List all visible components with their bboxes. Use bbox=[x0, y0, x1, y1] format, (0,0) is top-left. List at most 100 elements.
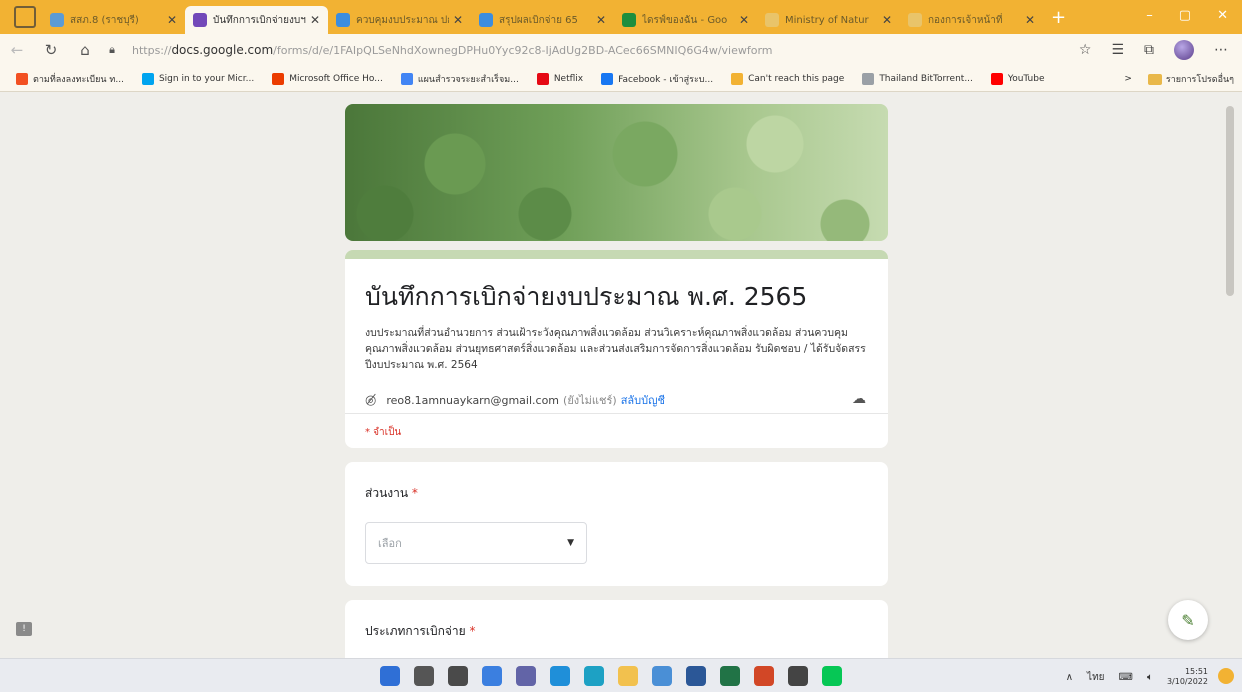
widgets-icon[interactable] bbox=[448, 666, 468, 686]
new-tab-button[interactable]: + bbox=[1051, 7, 1066, 28]
section-dropdown[interactable]: เลือก ▼ bbox=[365, 522, 587, 564]
excel-icon[interactable] bbox=[720, 666, 740, 686]
bookmark-favicon-icon bbox=[272, 72, 285, 85]
maximize-icon[interactable]: ▢ bbox=[1179, 8, 1191, 23]
other-favorites-folder[interactable]: รายการโปรดอื่นๆ bbox=[1147, 72, 1234, 86]
form-title: บันทึกการเบิกจ่ายงบประมาณ พ.ศ. 2565 bbox=[365, 282, 808, 311]
window-controls: – ▢ ✕ bbox=[1146, 8, 1228, 23]
address-bar-row: ← ↻ ⌂ 🔒︎ https://docs.google.com/forms/d… bbox=[0, 34, 1242, 66]
bookmark-item[interactable]: Can't reach this page bbox=[731, 72, 844, 85]
cloud-save-icon: ☁ bbox=[852, 391, 866, 407]
bookmark-item[interactable]: YouTube bbox=[990, 72, 1045, 85]
files-icon[interactable] bbox=[652, 666, 672, 686]
clock[interactable]: 15:51 3/10/2022 bbox=[1167, 667, 1208, 687]
windows-icon[interactable] bbox=[380, 666, 400, 686]
volume-icon[interactable]: 🔈︎ bbox=[1147, 672, 1153, 683]
close-tab-icon[interactable]: ✕ bbox=[596, 13, 606, 27]
feedback-icon[interactable]: ! bbox=[16, 622, 32, 636]
tab-favicon-icon bbox=[50, 13, 64, 27]
system-tray: ∧ ไทย ⌨ 🔈︎ 15:51 3/10/2022 bbox=[1066, 667, 1208, 687]
form-description: งบประมาณที่ส่วนอำนวยการ ส่วนเฝ้าระวังคุณ… bbox=[365, 327, 866, 371]
browser-tab[interactable]: สรุปผลเบิกจ่าย 65 ✕ bbox=[471, 6, 614, 34]
pencil-icon: ✎ bbox=[1181, 610, 1195, 630]
bookmark-favicon-icon bbox=[862, 72, 875, 85]
close-tab-icon[interactable]: ✕ bbox=[1025, 13, 1035, 27]
browser-tab[interactable]: Ministry of Natur ✕ bbox=[757, 6, 900, 34]
close-tab-icon[interactable]: ✕ bbox=[882, 13, 892, 27]
browser-tab-bar: สสภ.8 (ราชบุรี) ✕ บันทึกการเบิกจ่ายงบฯ ✕ ควบ… bbox=[0, 0, 1242, 34]
close-window-icon[interactable]: ✕ bbox=[1217, 8, 1228, 23]
account-status: (ยังไม่แชร์) bbox=[563, 394, 617, 407]
language-indicator[interactable]: ไทย bbox=[1087, 670, 1104, 685]
browser-tab[interactable]: สสภ.8 (ราชบุรี) ✕ bbox=[42, 6, 185, 34]
bookmark-item[interactable]: ตามที่ลงลงทะเบียน ท... bbox=[16, 72, 124, 86]
line-icon[interactable] bbox=[822, 666, 842, 686]
required-note: * จำเป็น bbox=[365, 427, 402, 438]
url-field[interactable]: https://docs.google.com/forms/d/e/1FAIpQ… bbox=[132, 43, 773, 57]
task-view-icon[interactable] bbox=[482, 666, 502, 686]
tab-favicon-icon bbox=[479, 13, 493, 27]
back-icon[interactable]: ← bbox=[0, 41, 34, 59]
bookmark-favicon-icon bbox=[601, 72, 614, 85]
switch-account-link[interactable]: สลับบัญชี bbox=[621, 391, 665, 409]
browser-tab[interactable]: ควบคุมงบประมาณ ปก. ✕ bbox=[328, 6, 471, 34]
question-card-disbursement-type: ประเภทการเบิกจ่าย * bbox=[345, 600, 888, 658]
account-email: reo8.1amnuaykarn@gmail.com bbox=[386, 393, 560, 407]
profile-avatar[interactable] bbox=[1174, 40, 1194, 60]
search-icon[interactable] bbox=[414, 666, 434, 686]
question-card-section: ส่วนงาน * เลือก ▼ bbox=[345, 462, 888, 586]
close-tab-icon[interactable]: ✕ bbox=[167, 13, 177, 27]
question-label: ส่วนงาน * bbox=[365, 486, 418, 500]
account-row: ◎̸ reo8.1amnuaykarn@gmail.com (ยังไม่แชร… bbox=[365, 391, 665, 409]
home-icon[interactable]: ⌂ bbox=[68, 41, 102, 59]
windows-taskbar: ∧ ไทย ⌨ 🔈︎ 15:51 3/10/2022 bbox=[0, 658, 1242, 692]
tab-favicon-icon bbox=[622, 13, 636, 27]
dropdown-arrow-icon: ▼ bbox=[567, 538, 574, 548]
bookmark-favicon-icon bbox=[16, 72, 28, 85]
network-icon[interactable]: ⌨ bbox=[1119, 672, 1133, 683]
notification-icon[interactable] bbox=[1218, 668, 1234, 684]
edge-icon[interactable] bbox=[584, 666, 604, 686]
app-icon[interactable] bbox=[788, 666, 808, 686]
bookmark-item[interactable]: Facebook - เข้าสู่ระบ... bbox=[601, 72, 713, 86]
browser-toolbar: ☆ ☰ ⧉ ⋯ bbox=[1079, 40, 1228, 60]
collections-icon[interactable]: ⧉ bbox=[1144, 42, 1154, 58]
bookmark-item[interactable]: Sign in to your Micr... bbox=[141, 72, 254, 85]
bookmarks-bar: ตามที่ลงลงทะเบียน ท... Sign in to your Mi… bbox=[0, 66, 1242, 92]
bookmarks-overflow-icon[interactable]: > bbox=[1124, 74, 1132, 84]
minimize-icon[interactable]: – bbox=[1146, 8, 1153, 23]
more-menu-icon[interactable]: ⋯ bbox=[1214, 42, 1228, 58]
tab-favicon-icon bbox=[765, 13, 779, 27]
tab-favicon-icon bbox=[193, 13, 207, 27]
question-label: ประเภทการเบิกจ่าย * bbox=[365, 624, 476, 638]
close-tab-icon[interactable]: ✕ bbox=[739, 13, 749, 27]
tray-chevron-icon[interactable]: ∧ bbox=[1066, 672, 1073, 683]
edit-pencil-button[interactable]: ✎ bbox=[1168, 600, 1208, 640]
close-tab-icon[interactable]: ✕ bbox=[453, 13, 463, 27]
bookmark-favicon-icon bbox=[141, 72, 154, 85]
favorite-star-icon[interactable]: ☆ bbox=[1079, 42, 1092, 58]
browser-tab[interactable]: กองการเจ้าหน้าที่ ✕ bbox=[900, 6, 1043, 34]
tab-actions-icon[interactable] bbox=[14, 6, 36, 28]
bookmark-item[interactable]: Thailand BitTorrent... bbox=[862, 72, 973, 85]
divider bbox=[345, 413, 888, 414]
powerpoint-icon[interactable] bbox=[754, 666, 774, 686]
lock-icon: 🔒︎ bbox=[109, 43, 115, 56]
bookmark-item[interactable]: Netflix bbox=[536, 72, 583, 85]
close-tab-icon[interactable]: ✕ bbox=[310, 13, 320, 27]
favorites-list-icon[interactable]: ☰ bbox=[1111, 42, 1124, 58]
page-content: บันทึกการเบิกจ่ายงบประมาณ พ.ศ. 2565 งบปร… bbox=[0, 92, 1242, 658]
bookmark-item[interactable]: Microsoft Office Ho... bbox=[272, 72, 383, 85]
form-header-card: บันทึกการเบิกจ่ายงบประมาณ พ.ศ. 2565 งบปร… bbox=[345, 250, 888, 448]
browser-tab[interactable]: ไดรฟ์ของฉัน - Goo ✕ bbox=[614, 6, 757, 34]
word-icon[interactable] bbox=[686, 666, 706, 686]
store-icon[interactable] bbox=[550, 666, 570, 686]
browser-tab[interactable]: บันทึกการเบิกจ่ายงบฯ ✕ bbox=[185, 6, 328, 34]
page-scrollbar[interactable] bbox=[1226, 106, 1234, 296]
refresh-icon[interactable]: ↻ bbox=[34, 41, 68, 59]
chat-icon[interactable] bbox=[516, 666, 536, 686]
bookmark-favicon-icon bbox=[731, 72, 744, 85]
tab-favicon-icon bbox=[908, 13, 922, 27]
bookmark-item[interactable]: แผนสำรวจระยะสำเร็จม... bbox=[400, 72, 519, 86]
explorer-icon[interactable] bbox=[618, 666, 638, 686]
